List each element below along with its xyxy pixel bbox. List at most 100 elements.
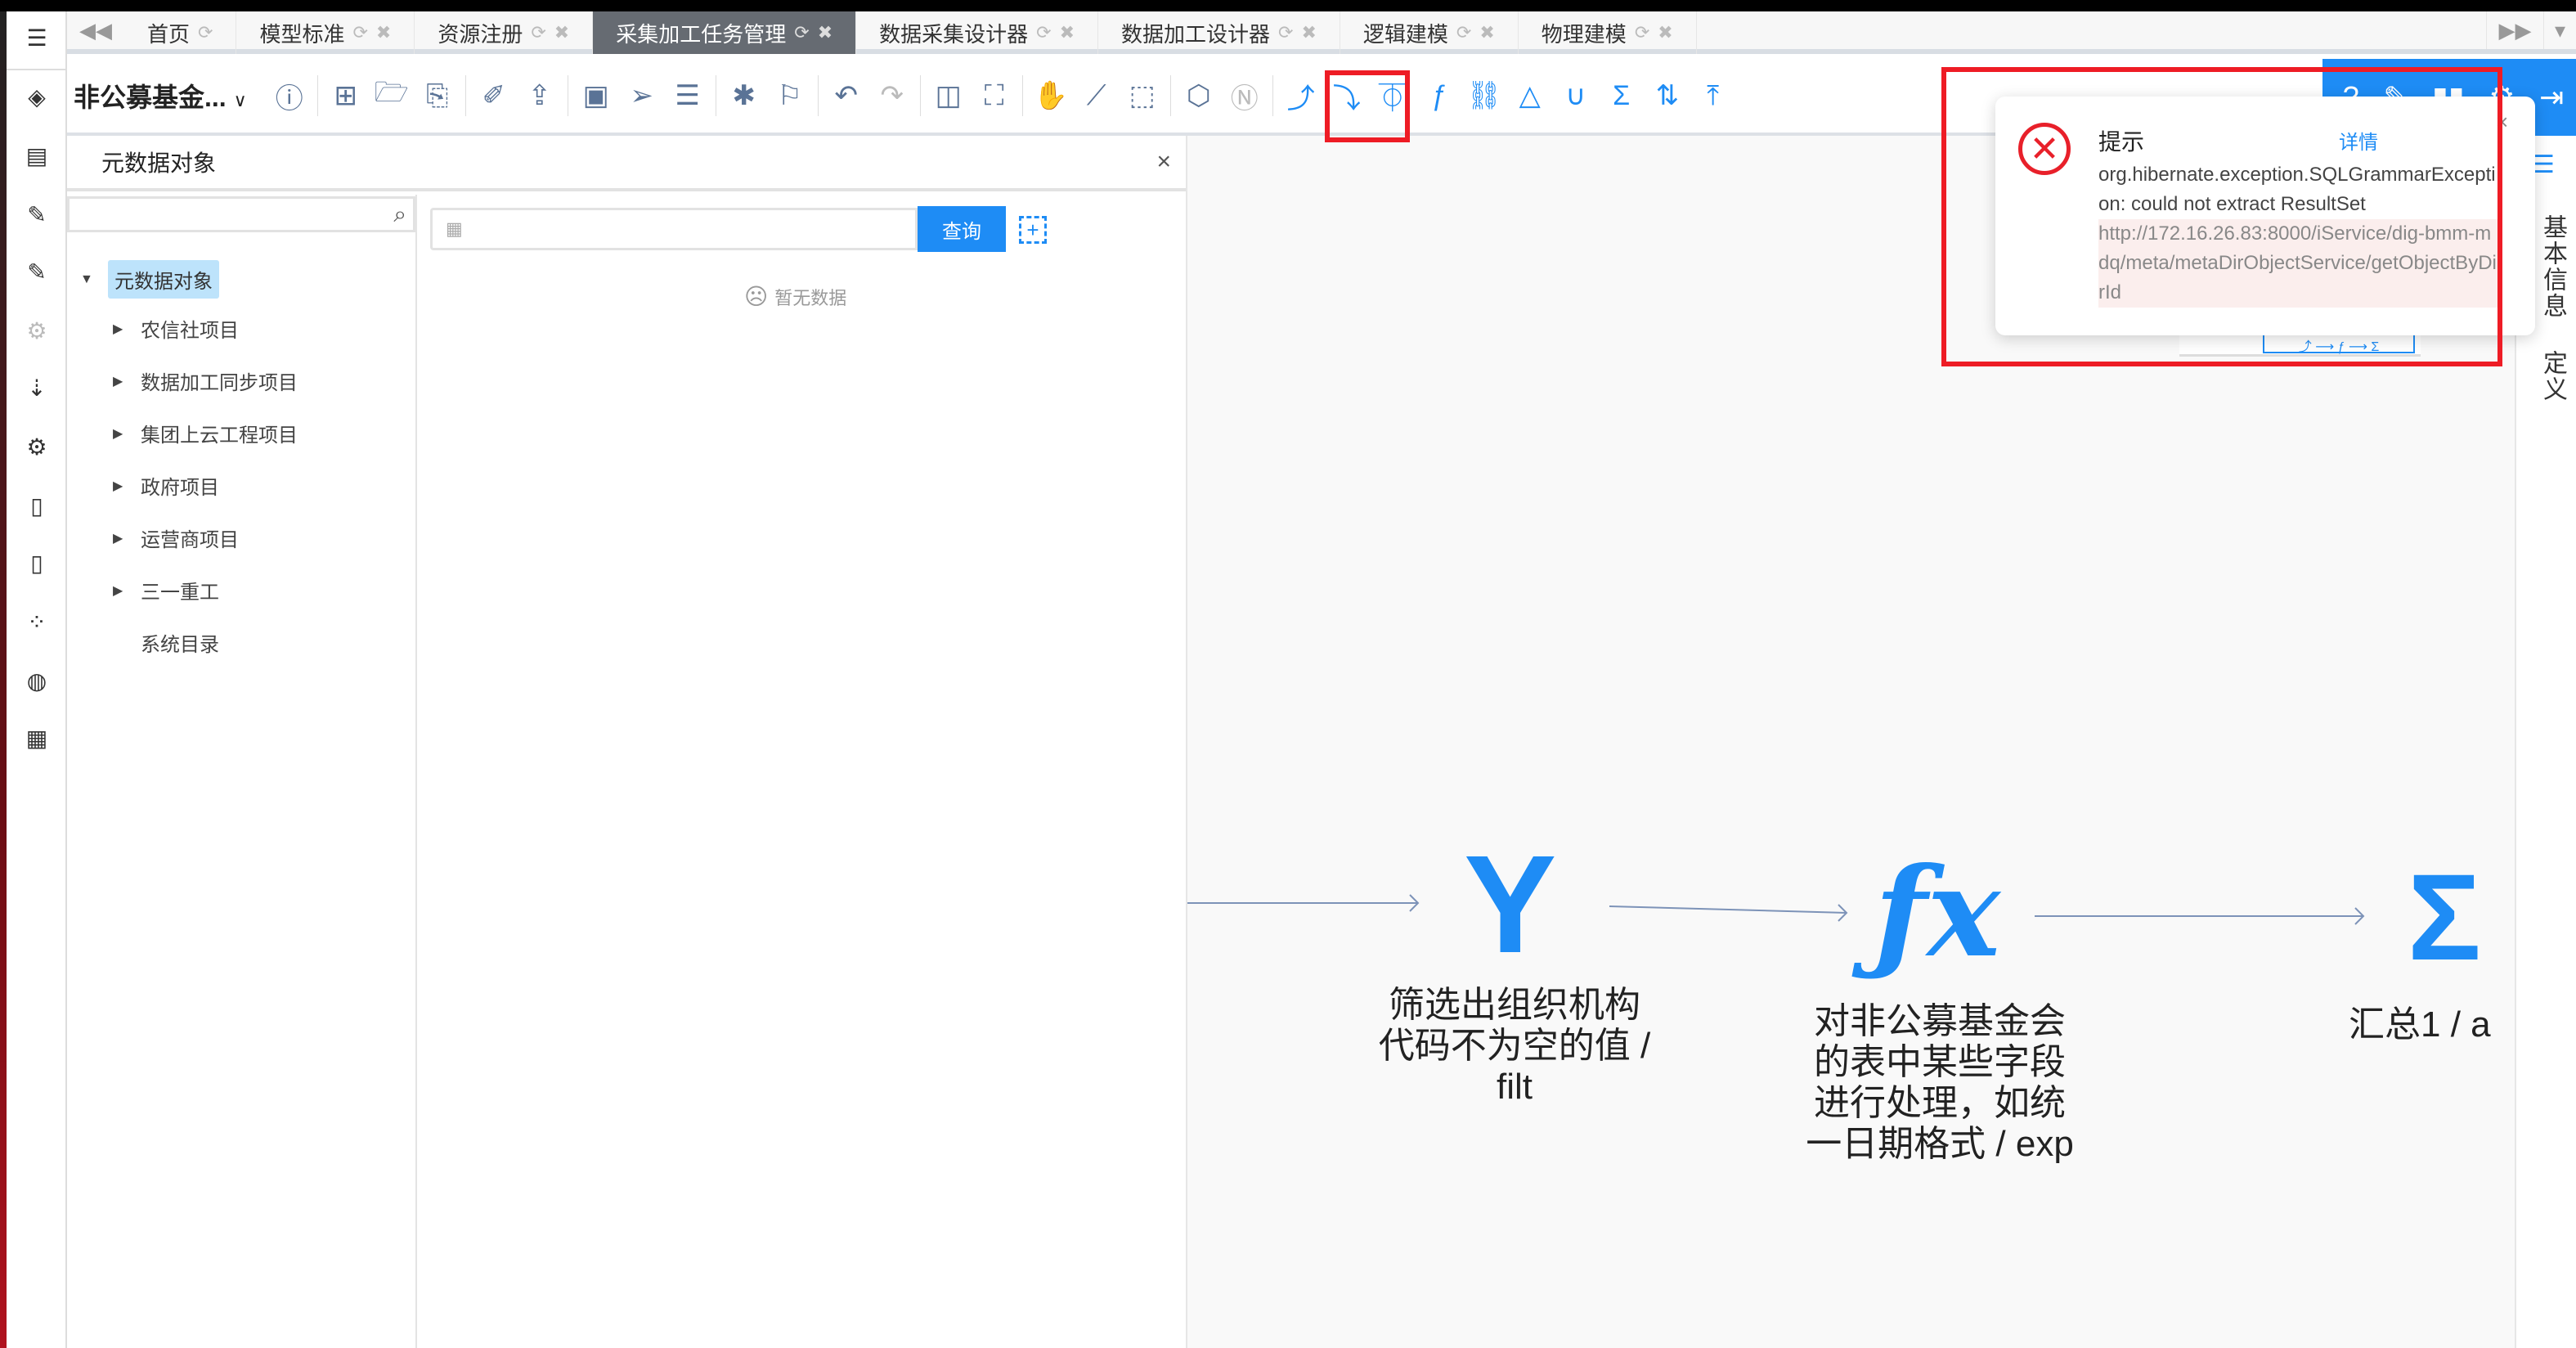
gears-icon[interactable]: ⚙	[7, 434, 67, 461]
split-icon[interactable]: △	[1507, 79, 1553, 112]
tree-node-root[interactable]: ▼ 元数据对象	[80, 260, 219, 299]
flow-icon[interactable]: ⇣	[7, 375, 67, 402]
pd-edit-icon[interactable]: ✎	[7, 258, 67, 285]
add-icon[interactable]: +	[1019, 216, 1047, 244]
doc-settings-icon[interactable]: ▯	[7, 492, 67, 519]
caret-right-icon[interactable]: ▶	[113, 373, 123, 389]
tree-node[interactable]: ▶ 政府项目	[113, 471, 219, 500]
tree-node[interactable]: ▶ 运营商项目	[113, 523, 239, 552]
layout-icon[interactable]: ◫	[926, 79, 972, 112]
join-icon[interactable]: ⛓	[1461, 79, 1507, 112]
tab-resource-register[interactable]: 资源注册 ⟳ ✖	[415, 11, 594, 54]
note-icon[interactable]: Ⓝ	[1222, 76, 1268, 116]
sigma-icon[interactable]: Σ	[1599, 80, 1645, 112]
tab-logical-modeling[interactable]: 逻辑建模 ⟳ ✖	[1340, 11, 1519, 54]
refresh-icon[interactable]: ⟳	[352, 22, 367, 43]
function-icon[interactable]: ƒ	[1416, 80, 1461, 112]
tabs-menu-icon[interactable]: ▾	[2543, 11, 2576, 49]
close-icon[interactable]: ✖	[554, 22, 569, 43]
tab-physical-modeling[interactable]: 物理建模 ⟳ ✖	[1519, 11, 1697, 54]
upload-icon[interactable]: ⇪	[517, 79, 563, 112]
sort-icon[interactable]: ⇅	[1645, 79, 1690, 112]
close-icon[interactable]: ✖	[1658, 22, 1672, 43]
refresh-icon[interactable]: ⟳	[531, 22, 545, 43]
search-icon[interactable]: ⌕	[393, 201, 406, 228]
chevron-down-icon: ∨	[233, 90, 247, 110]
flag-icon[interactable]: ⚐	[767, 79, 813, 112]
tree-search-input[interactable]: ⌕	[67, 196, 415, 232]
refresh-icon[interactable]: ⟳	[1036, 22, 1051, 43]
schedule-icon[interactable]: ☰	[665, 79, 711, 112]
sigma-icon[interactable]: Σ	[2408, 856, 2481, 978]
caret-right-icon[interactable]: ▶	[113, 478, 123, 494]
globe-icon[interactable]: ◍	[7, 667, 67, 694]
query-input[interactable]: ▦	[430, 208, 918, 250]
close-icon[interactable]: ✖	[376, 22, 391, 43]
sql-icon[interactable]: ⬡	[1176, 79, 1222, 112]
close-icon[interactable]: ✖	[1060, 22, 1075, 43]
union-icon[interactable]: ∪	[1553, 79, 1599, 112]
close-icon[interactable]: ✖	[818, 22, 832, 43]
debug-icon[interactable]: ✱	[721, 79, 767, 112]
tab-definition[interactable]: 定义	[2534, 350, 2570, 402]
new-icon[interactable]: ⊞	[323, 79, 369, 112]
apps-icon[interactable]: ▦	[7, 725, 67, 752]
ld-edit-icon[interactable]: ✎	[7, 201, 67, 228]
tabs-prev-icon[interactable]: ◀◀	[67, 11, 124, 49]
filter-icon[interactable]: Y	[1464, 835, 1556, 974]
edit-icon[interactable]: ✐	[471, 79, 517, 112]
tree-node[interactable]: ▶ 农信社项目	[113, 314, 239, 343]
database-icon[interactable]: ▤	[7, 142, 67, 169]
settings-icon[interactable]: ⚙	[7, 317, 67, 344]
caret-right-icon[interactable]: ▶	[113, 321, 123, 337]
tab-collection-designer[interactable]: 数据采集设计器 ⟳ ✖	[856, 11, 1099, 54]
select-icon[interactable]: ⬚	[1120, 79, 1165, 112]
tabs-next-icon[interactable]: ▶▶	[2486, 11, 2543, 49]
save-as-icon[interactable]: ⎘	[415, 80, 460, 112]
layers-icon[interactable]: ◈	[7, 83, 67, 110]
redo-icon[interactable]: ↷	[869, 79, 915, 112]
open-folder-icon[interactable]: 🗁	[369, 73, 415, 119]
list-icon[interactable]: ☰	[2533, 151, 2555, 179]
caret-down-icon[interactable]: ▼	[80, 272, 93, 287]
tree-node[interactable]: ▶ 三一重工	[113, 576, 219, 604]
refresh-icon[interactable]: ⟳	[198, 22, 213, 43]
tab-model-standard[interactable]: 模型标准 ⟳ ✖	[236, 11, 415, 54]
caret-right-icon[interactable]: ▶	[113, 530, 123, 546]
tab-basic-info[interactable]: 基本信息	[2534, 214, 2570, 319]
send-icon[interactable]: ➢	[619, 79, 665, 112]
hand-icon[interactable]: ✋	[1028, 79, 1074, 112]
refresh-icon[interactable]: ⟳	[1456, 22, 1471, 43]
caret-right-icon[interactable]: ▶	[113, 425, 123, 442]
function-icon[interactable]: ƒx	[1874, 847, 2000, 978]
tab-label: 数据加工设计器	[1121, 21, 1271, 47]
tab-home[interactable]: 首页 ⟳	[124, 11, 237, 54]
extract-icon[interactable]: ⤴	[1278, 76, 1324, 116]
top-icon[interactable]: ⤒	[1690, 80, 1736, 112]
tree-node[interactable]: ▶ 数据加工同步项目	[113, 366, 298, 395]
close-icon[interactable]: ✖	[1479, 22, 1494, 43]
undo-icon[interactable]: ↶	[824, 79, 869, 112]
refresh-icon[interactable]: ⟳	[1635, 22, 1649, 43]
tree-node[interactable]: 系统目录	[113, 628, 219, 657]
tab-task-management[interactable]: 采集加工任务管理 ⟳ ✖	[593, 11, 857, 54]
refresh-icon[interactable]: ⟳	[1278, 22, 1293, 43]
close-icon[interactable]: ×	[1156, 148, 1171, 176]
info-icon[interactable]: ⓘ	[267, 76, 312, 116]
caret-right-icon[interactable]: ▶	[113, 582, 123, 599]
logout-icon[interactable]: ⇥	[2539, 80, 2564, 115]
object-list: ▦ 查询 + ☹ 暂无数据	[417, 195, 1186, 1348]
query-button[interactable]: 查询	[918, 206, 1006, 252]
project-selector[interactable]: 非公募基金... ∨	[74, 77, 247, 115]
doc-chart-icon[interactable]: ▯	[7, 550, 67, 577]
close-icon[interactable]: ✖	[1301, 22, 1316, 43]
tab-processing-designer[interactable]: 数据加工设计器 ⟳ ✖	[1098, 11, 1340, 54]
fullscreen-icon[interactable]: ⛶	[972, 80, 1017, 112]
refresh-icon[interactable]: ⟳	[794, 22, 809, 43]
project-name: 非公募基金...	[74, 83, 227, 112]
connect-icon[interactable]: ⟋	[1074, 80, 1120, 112]
save-icon[interactable]: ▣	[573, 79, 619, 112]
tree-node[interactable]: ▶ 集团上云工程项目	[113, 419, 298, 447]
menu-icon[interactable]: ☰	[7, 25, 67, 52]
nodes-icon[interactable]: ⁘	[7, 609, 67, 636]
